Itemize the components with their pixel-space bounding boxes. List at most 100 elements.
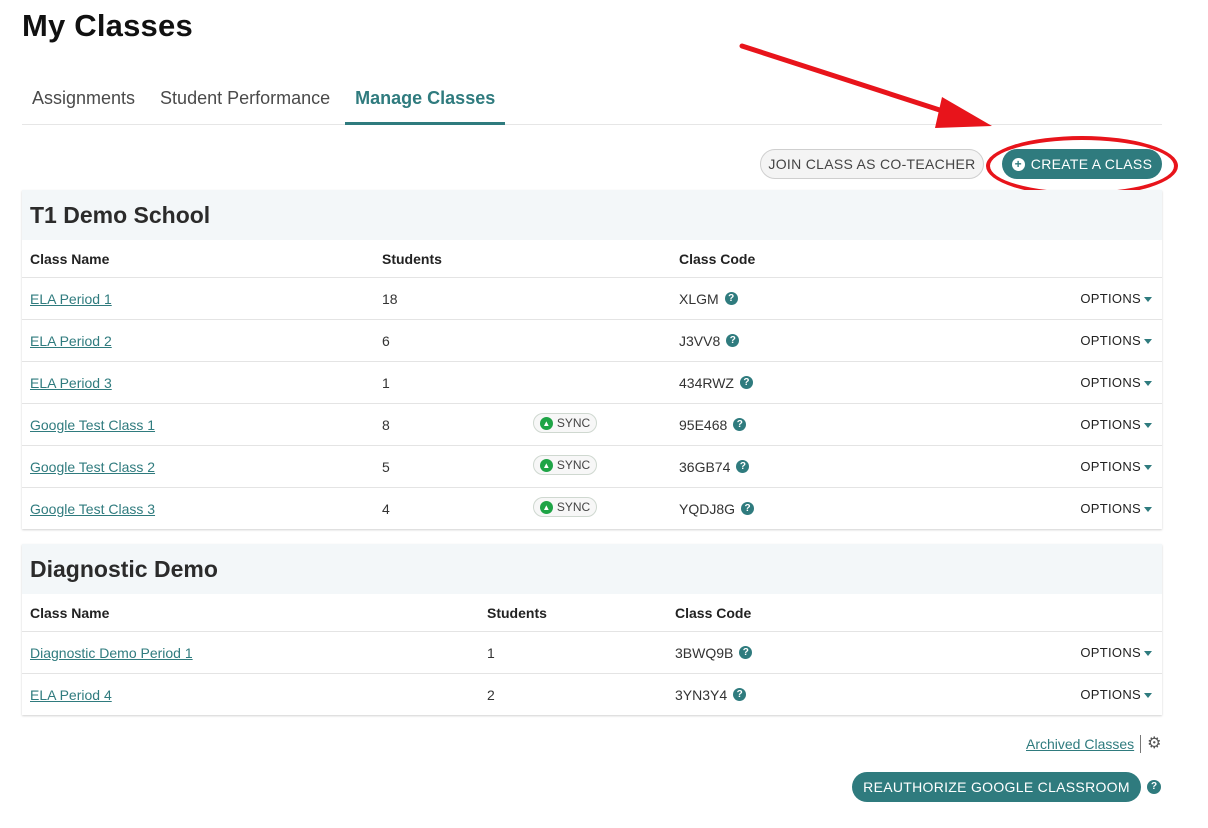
class-code: 3BWQ9B — [675, 644, 734, 661]
archived-classes-bar: Archived Classes ⚙ — [1026, 735, 1162, 753]
help-icon[interactable]: ? — [726, 334, 740, 347]
class-code: 36GB74 — [679, 458, 731, 475]
help-icon[interactable]: ? — [724, 292, 738, 305]
options-dropdown[interactable]: OPTIONS — [1080, 488, 1152, 529]
column-class-code: Class Code — [675, 604, 752, 621]
help-icon[interactable]: ? — [736, 460, 750, 473]
table-row: Google Test Class 1 8 ▲ SYNC 95E468? OPTI… — [22, 403, 1162, 445]
student-count: 18 — [382, 290, 398, 307]
table-header: Class Name Students Class Code — [22, 594, 1162, 631]
student-count: 8 — [382, 416, 390, 433]
options-dropdown[interactable]: OPTIONS — [1080, 446, 1152, 487]
help-icon[interactable]: ? — [1147, 780, 1161, 794]
table-row: ELA Period 2 6 J3VV8? OPTIONS — [22, 319, 1162, 361]
options-label: OPTIONS — [1080, 459, 1141, 474]
sync-badge[interactable]: ▲ SYNC — [533, 455, 597, 475]
caret-down-icon — [1144, 692, 1152, 698]
student-count: 6 — [382, 332, 390, 349]
options-dropdown[interactable]: OPTIONS — [1080, 278, 1152, 319]
column-students: Students — [487, 604, 547, 621]
class-link[interactable]: ELA Period 3 — [30, 375, 112, 391]
class-code: J3VV8 — [679, 332, 721, 349]
help-icon[interactable]: ? — [733, 688, 747, 701]
table-row: ELA Period 1 18 XLGM? OPTIONS — [22, 277, 1162, 319]
student-count: 5 — [382, 458, 390, 475]
join-class-label: JOIN CLASS AS CO-TEACHER — [768, 156, 976, 172]
table-row: ELA Period 4 2 3YN3Y4? OPTIONS — [22, 673, 1162, 715]
reauthorize-label: REAUTHORIZE GOOGLE CLASSROOM — [863, 779, 1130, 795]
table-row: ELA Period 3 1 434RWZ? OPTIONS — [22, 361, 1162, 403]
options-dropdown[interactable]: OPTIONS — [1080, 320, 1152, 361]
sync-badge[interactable]: ▲ SYNC — [533, 413, 597, 433]
archived-classes-link[interactable]: Archived Classes — [1026, 736, 1134, 752]
options-label: OPTIONS — [1080, 375, 1141, 390]
class-link[interactable]: ELA Period 4 — [30, 687, 112, 703]
school-name: T1 Demo School — [22, 190, 1162, 240]
table-row: Diagnostic Demo Period 1 1 3BWQ9B? OPTIO… — [22, 631, 1162, 673]
tab-assignments[interactable]: Assignments — [22, 82, 145, 122]
create-class-button[interactable]: + CREATE A CLASS — [1002, 149, 1162, 179]
google-classroom-icon: ▲ — [539, 416, 553, 430]
options-dropdown[interactable]: OPTIONS — [1080, 362, 1152, 403]
help-icon[interactable]: ? — [739, 646, 753, 659]
caret-down-icon — [1144, 338, 1152, 344]
column-students: Students — [382, 250, 442, 267]
caret-down-icon — [1144, 380, 1152, 386]
student-count: 1 — [487, 644, 495, 661]
tab-bar: Assignments Student Performance Manage C… — [22, 82, 1162, 125]
google-classroom-icon: ▲ — [539, 500, 553, 514]
options-label: OPTIONS — [1080, 417, 1141, 432]
plus-circle-icon: + — [1011, 157, 1025, 171]
tab-manage-classes[interactable]: Manage Classes — [345, 82, 506, 125]
tab-student-performance[interactable]: Student Performance — [150, 82, 340, 122]
page-title: My Classes — [22, 8, 193, 43]
caret-down-icon — [1144, 464, 1152, 470]
gear-icon[interactable]: ⚙ — [1147, 736, 1161, 752]
options-dropdown[interactable]: OPTIONS — [1080, 404, 1152, 445]
sync-label: SYNC — [556, 458, 591, 472]
class-code: 95E468 — [679, 416, 728, 433]
column-class-name: Class Name — [30, 604, 110, 621]
help-icon[interactable]: ? — [733, 418, 747, 431]
sync-label: SYNC — [556, 500, 591, 514]
sync-badge[interactable]: ▲ SYNC — [533, 497, 597, 517]
table-row: Google Test Class 3 4 ▲ SYNC YQDJ8G? OPTI… — [22, 487, 1162, 529]
options-label: OPTIONS — [1080, 687, 1141, 702]
divider — [1140, 735, 1142, 753]
class-link[interactable]: Google Test Class 3 — [30, 501, 155, 517]
student-count: 4 — [382, 500, 390, 517]
sync-label: SYNC — [556, 416, 591, 430]
class-code: XLGM — [679, 290, 719, 307]
column-class-name: Class Name — [30, 250, 110, 267]
class-link[interactable]: Google Test Class 2 — [30, 459, 155, 475]
caret-down-icon — [1144, 506, 1152, 512]
options-dropdown[interactable]: OPTIONS — [1080, 674, 1152, 715]
help-icon[interactable]: ? — [741, 502, 755, 515]
create-class-label: CREATE A CLASS — [1030, 156, 1153, 172]
options-dropdown[interactable]: OPTIONS — [1080, 632, 1152, 673]
table-row: Google Test Class 2 5 ▲ SYNC 36GB74? OPTI… — [22, 445, 1162, 487]
options-label: OPTIONS — [1080, 501, 1141, 516]
help-icon[interactable]: ? — [739, 376, 753, 389]
class-code: 434RWZ — [679, 374, 734, 391]
options-label: OPTIONS — [1080, 333, 1141, 348]
reauthorize-google-classroom-button[interactable]: REAUTHORIZE GOOGLE CLASSROOM — [852, 772, 1141, 802]
caret-down-icon — [1144, 650, 1152, 656]
class-code: 3YN3Y4 — [675, 686, 728, 703]
class-code: YQDJ8G — [679, 500, 736, 517]
class-link[interactable]: Google Test Class 1 — [30, 417, 155, 433]
google-classroom-icon: ▲ — [539, 458, 553, 472]
options-label: OPTIONS — [1080, 291, 1141, 306]
join-class-co-teacher-button[interactable]: JOIN CLASS AS CO-TEACHER — [760, 149, 984, 179]
school-name: Diagnostic Demo — [22, 544, 1162, 594]
class-link[interactable]: ELA Period 1 — [30, 291, 112, 307]
student-count: 2 — [487, 686, 495, 703]
options-label: OPTIONS — [1080, 645, 1141, 660]
caret-down-icon — [1144, 422, 1152, 428]
school-section-t1-demo: T1 Demo School Class Name Students Class… — [22, 190, 1162, 529]
school-section-diagnostic-demo: Diagnostic Demo Class Name Students Clas… — [22, 544, 1162, 715]
class-link[interactable]: ELA Period 2 — [30, 333, 112, 349]
column-class-code: Class Code — [679, 250, 756, 267]
student-count: 1 — [382, 374, 390, 391]
class-link[interactable]: Diagnostic Demo Period 1 — [30, 645, 193, 661]
